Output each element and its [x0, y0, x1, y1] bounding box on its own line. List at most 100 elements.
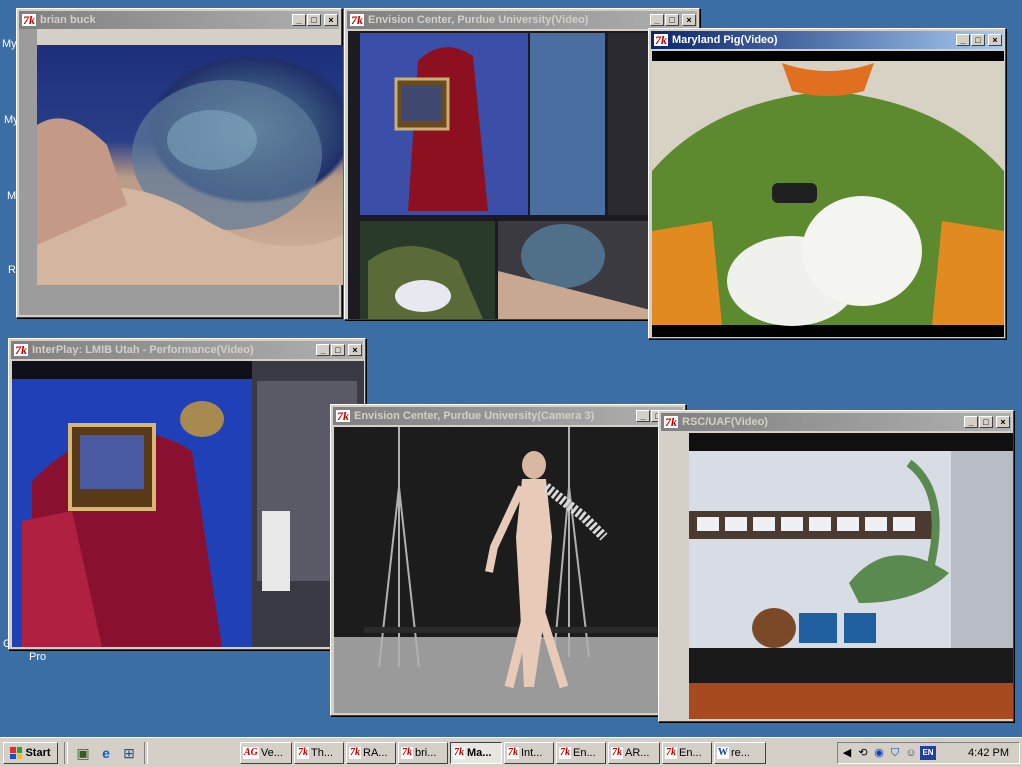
desktop-icon-label[interactable]: Pro [29, 651, 46, 663]
video-scene [360, 33, 654, 319]
video-scene [37, 80, 343, 285]
app-icon: 7k [559, 747, 571, 759]
video-scene [12, 361, 364, 647]
app-icon: 7k [401, 747, 413, 759]
eye-icon[interactable]: ◉ [872, 746, 886, 760]
desktop-icon-label[interactable]: R [8, 264, 16, 276]
internet-explorer-icon[interactable]: e [97, 744, 115, 762]
video-scene [334, 427, 684, 713]
taskbar-button-ma[interactable]: 7k Ma... [450, 742, 502, 764]
window-title: Maryland Pig(Video) [672, 34, 778, 46]
system-tray: ◀ ⟲ ◉ ⛉ ☺ EN 4:42 PM [837, 742, 1020, 764]
taskbar-button-ra[interactable]: 7k RA... [346, 742, 396, 764]
video-feed [652, 51, 1004, 337]
app-icon: 7k [654, 33, 668, 47]
close-button[interactable]: × [682, 14, 696, 26]
minimize-button[interactable]: _ [650, 14, 664, 26]
show-desktop-icon[interactable]: ▣ [74, 744, 92, 762]
app-icon: 7k [453, 747, 465, 759]
window-title: RSC/UAF(Video) [682, 416, 768, 428]
taskbar-button-label: Th... [311, 747, 334, 759]
close-button[interactable]: × [996, 416, 1010, 428]
start-button[interactable]: Start [3, 742, 58, 764]
taskbar-button-label: En... [679, 747, 702, 759]
minimize-button[interactable]: _ [964, 416, 978, 428]
app-icon: 7k [22, 13, 36, 27]
language-indicator[interactable]: EN [920, 746, 936, 760]
video-feed [334, 427, 684, 713]
video-scene [689, 451, 1013, 719]
video-feed [37, 45, 343, 285]
minimize-button[interactable]: _ [292, 14, 306, 26]
maximize-button[interactable]: □ [307, 14, 321, 26]
maximize-button[interactable]: □ [979, 416, 993, 428]
taskbar-button-ar[interactable]: 7k AR... [608, 742, 660, 764]
minimize-button[interactable]: _ [636, 410, 650, 422]
app-icon: 7k [349, 747, 361, 759]
taskbar: Start ▣ e ⊞ AG Ve... 7k Th... 7k RA... 7k br… [0, 737, 1022, 767]
video-window-envision-center[interactable]: 7k Envision Center, Purdue University(Vi… [344, 8, 700, 320]
title-bar[interactable]: 7k Envision Center, Purdue University(Vi… [347, 11, 697, 29]
window-title: Envision Center, Purdue University(Camer… [354, 410, 595, 422]
title-bar[interactable]: 7k InterPlay: LMIB Utah - Performance(Vi… [11, 341, 363, 359]
close-button[interactable]: × [988, 34, 1002, 46]
video-window-maryland-pig[interactable]: 7k Maryland Pig(Video) _ □ × [648, 28, 1006, 339]
taskbar-button-label: En... [573, 747, 596, 759]
minimize-button[interactable]: _ [956, 34, 970, 46]
app-icon: AG [243, 747, 259, 759]
taskbar-button-label: RA... [363, 747, 388, 759]
app-icon: 7k [664, 415, 678, 429]
video-feed [689, 433, 1013, 719]
window-title: brian buck [40, 14, 96, 26]
video-scene [652, 61, 1004, 326]
video-window-interplay-utah[interactable]: 7k InterPlay: LMIB Utah - Performance(Vi… [8, 338, 366, 650]
clock[interactable]: 4:42 PM [968, 747, 1009, 759]
video-feed [12, 361, 364, 647]
taskbar-button-label: Int... [521, 747, 543, 759]
windows-logo-icon [10, 747, 23, 759]
taskbar-button-th[interactable]: 7k Th... [294, 742, 344, 764]
app-icon: 7k [665, 747, 677, 759]
taskbar-button-label: AR... [625, 747, 650, 759]
app-icon: 7k [14, 343, 28, 357]
window-title: InterPlay: LMIB Utah - Performance(Video… [32, 344, 254, 356]
taskbar-button-re[interactable]: Wre... [714, 742, 766, 764]
user-icon[interactable]: ☺ [904, 746, 918, 760]
shield-icon[interactable]: ⛉ [888, 746, 902, 760]
desktop-icon-label[interactable]: M [7, 190, 16, 202]
video-window-brian-buck[interactable]: 7k brian buck _ □ × [16, 8, 343, 318]
title-bar[interactable]: 7k brian buck _ □ × [19, 11, 339, 29]
app-icon: 7k [350, 13, 364, 27]
maximize-button[interactable]: □ [665, 14, 679, 26]
taskbar-button-vetk[interactable]: AG Ve... [240, 742, 292, 764]
taskbar-button-int[interactable]: 7k Int... [504, 742, 554, 764]
desktop-icon-label[interactable]: My [2, 38, 17, 50]
title-bar[interactable]: 7k RSC/UAF(Video) _ □ × [661, 413, 1011, 431]
close-button[interactable]: × [348, 344, 362, 356]
network-status-icon[interactable]: ⟲ [856, 746, 870, 760]
title-bar[interactable]: 7k Envision Center, Purdue University(Ca… [333, 407, 683, 425]
maximize-button[interactable]: □ [971, 34, 985, 46]
title-bar[interactable]: 7k Maryland Pig(Video) _ □ × [651, 31, 1003, 49]
maximize-button[interactable]: □ [331, 344, 345, 356]
taskbar-button-bri[interactable]: 7k bri... [398, 742, 448, 764]
taskbar-button-en-2[interactable]: 7k En... [662, 742, 712, 764]
network-icon[interactable]: ⊞ [120, 744, 138, 762]
word-icon: W [717, 747, 729, 759]
volume-icon[interactable]: ◀ [840, 746, 854, 760]
video-window-envision-camera-3[interactable]: 7k Envision Center, Purdue University(Ca… [330, 404, 686, 716]
taskbar-button-label: bri... [415, 747, 437, 759]
close-button[interactable]: × [324, 14, 338, 26]
video-window-rsc-uaf[interactable]: 7k RSC/UAF(Video) _ □ × [658, 410, 1014, 722]
window-title: Envision Center, Purdue University(Video… [368, 14, 589, 26]
taskbar-button-label: Ve... [260, 747, 283, 759]
video-feed [348, 31, 654, 319]
taskbar-button-label: re... [731, 747, 750, 759]
app-icon: 7k [336, 409, 350, 423]
app-icon: 7k [611, 747, 623, 759]
start-label: Start [25, 747, 51, 759]
taskbar-button-en-1[interactable]: 7k En... [556, 742, 606, 764]
app-icon: 7k [507, 747, 519, 759]
minimize-button[interactable]: _ [316, 344, 330, 356]
taskbar-button-label: Ma... [467, 747, 492, 759]
